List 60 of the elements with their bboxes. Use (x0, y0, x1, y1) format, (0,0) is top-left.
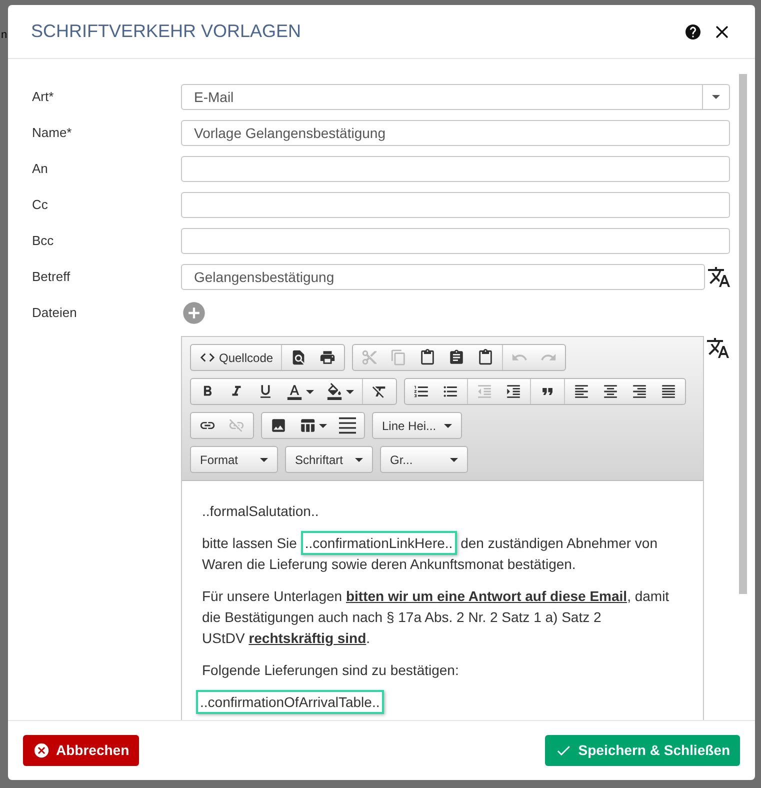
cut-icon (361, 349, 378, 366)
placeholder-tag: ..confirmationLinkHere.. (300, 531, 457, 555)
align-justify-icon (660, 383, 677, 400)
select-field[interactable]: E-Mail (181, 84, 730, 110)
toolbar-dropdown[interactable]: Line Hei... (375, 414, 460, 437)
caret-icon (444, 424, 452, 428)
outdent-icon (476, 383, 493, 400)
bullet-list-icon (442, 383, 459, 400)
scrollbar-thumb[interactable] (739, 74, 747, 594)
table-icon (299, 417, 316, 434)
align-left-icon (573, 383, 590, 400)
caret-icon (346, 390, 354, 394)
paste-text-icon (448, 349, 466, 366)
field-label: Betreff (32, 268, 72, 286)
caret-icon (450, 458, 458, 462)
placeholder-tag: ..confirmationOfArrivalTable.. (196, 690, 384, 714)
align-right-icon (631, 383, 648, 400)
input-field[interactable] (181, 192, 730, 218)
field-label: Name* (32, 124, 73, 142)
field-label: Art* (32, 88, 55, 106)
indent-icon (505, 383, 522, 400)
paragraph: Für unsere Unterlagen bitten wir um eine Antwort auf diese Email, damit die Bestätigungen auch nach § 17a Abs. 2 Nr. 2 Satz 1 a) Satz 2 UStDV rechtskräftig sind. (202, 587, 670, 648)
numbered-list-icon (413, 383, 430, 400)
field-label: Dateien (32, 304, 78, 322)
translate-icon[interactable] (706, 336, 730, 360)
toolbar-dropdown[interactable]: Format (193, 448, 275, 471)
input-field[interactable] (181, 228, 730, 254)
horizontal-rule-icon (339, 417, 356, 434)
toolbar-dropdown[interactable]: Gr... (383, 448, 465, 471)
translate-icon[interactable] (707, 265, 731, 289)
caret-icon (260, 458, 268, 462)
caret-icon (712, 95, 720, 99)
background-text: n (1, 30, 8, 41)
input-field[interactable]: Gelangensbestätigung (181, 264, 705, 290)
paragraph: Folgende Lieferungen sind zu bestätigen: (202, 661, 460, 680)
caret-icon (319, 424, 327, 428)
help-icon[interactable] (684, 22, 702, 40)
copy-icon (390, 349, 408, 366)
image-icon (270, 417, 287, 434)
background-color-icon (326, 383, 343, 400)
print-icon (319, 349, 336, 366)
toolbar-button[interactable]: Quellcode (193, 346, 280, 369)
cancel-icon (33, 742, 50, 759)
paste-icon (419, 349, 436, 366)
dialog-title: SCHRIFTVERKEHR VORLAGEN (31, 20, 302, 43)
text-color-icon (286, 383, 303, 400)
input-field[interactable]: Vorlage Gelangensbestätigung (181, 120, 730, 146)
caret-icon (306, 390, 314, 394)
align-center-icon (602, 383, 619, 400)
input-field[interactable] (181, 156, 730, 182)
paragraph: ..formalSalutation.. (202, 502, 320, 521)
field-label: An (32, 160, 49, 178)
unlink-icon (228, 417, 245, 434)
paragraph: bitte lassen Sie ..confirmationLinkHere.. den zuständigen Abnehmer von Waren die Lieferung sowie deren Ankunftsmonat bestätigen. (202, 533, 683, 575)
caret-icon (355, 458, 363, 462)
add-icon[interactable] (181, 300, 207, 326)
field-label: Cc (32, 196, 49, 214)
cancel-button[interactable]: Abbrechen (23, 735, 140, 766)
field-label: Bcc (32, 232, 55, 250)
toolbar-dropdown[interactable]: Schriftart (288, 448, 370, 471)
